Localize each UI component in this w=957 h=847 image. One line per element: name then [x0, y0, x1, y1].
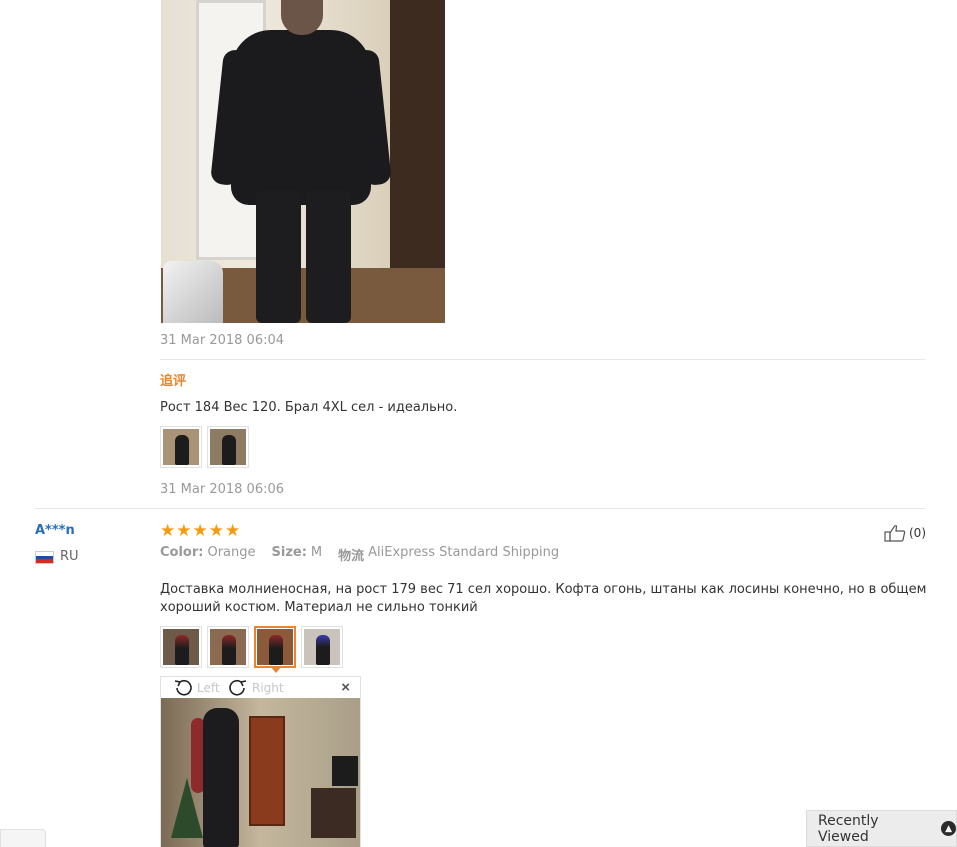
size-label: Size: [271, 545, 307, 560]
review-photo-large[interactable] [161, 0, 445, 323]
review-text: Доставка молниеносная, на рост 179 вес 7… [160, 582, 927, 615]
star-icon: ★ [225, 521, 241, 540]
thumbs-up-icon [884, 525, 906, 542]
image-viewer-photo [161, 698, 360, 847]
shipping-label: 物流 [338, 549, 365, 564]
review-thumbnail[interactable] [160, 626, 202, 668]
side-tab[interactable] [0, 829, 46, 847]
active-thumbnail-caret [270, 666, 282, 673]
divider [160, 359, 925, 360]
photo-person-body [203, 708, 239, 847]
thumbnail-figure [269, 635, 283, 665]
rotate-right-button[interactable]: Right [227, 678, 284, 698]
photo-desk [311, 788, 356, 838]
photo-tv [332, 756, 358, 786]
review-thumbnail[interactable] [160, 426, 202, 468]
thumbnail-figure [222, 635, 236, 665]
review-thumbnail[interactable] [207, 626, 249, 668]
photo-door [249, 716, 285, 826]
photo-person-leg [306, 190, 351, 323]
rotate-left-label: Left [197, 681, 220, 695]
recently-viewed-button[interactable]: Recently Viewed ▲ [806, 810, 957, 847]
color-label: Color: [160, 545, 204, 560]
star-icon: ★ [208, 521, 224, 540]
close-icon[interactable]: × [341, 679, 350, 696]
star-icon: ★ [176, 521, 192, 540]
color-value: Orange [207, 545, 256, 560]
review-thumbnail[interactable] [301, 626, 343, 668]
star-icon: ★ [160, 521, 176, 540]
photo-bag [163, 261, 223, 323]
review-thumbnail[interactable] [207, 426, 249, 468]
thumbnail-figure [222, 435, 236, 465]
russia-flag-icon [35, 551, 54, 564]
image-viewer: Left Right × [160, 676, 361, 847]
shipping-value: AliExpress Standard Shipping [368, 545, 560, 560]
rotate-right-icon [229, 679, 247, 696]
image-viewer-toolbar: Left Right × [161, 677, 360, 698]
thumbnail-figure [175, 435, 189, 465]
reviewer-name: A***n [35, 523, 75, 538]
star-icon: ★ [192, 521, 208, 540]
photo-person-torso [231, 30, 371, 205]
thumbnail-figure [316, 635, 330, 665]
photo-person-leg [256, 190, 301, 323]
divider [35, 508, 925, 509]
helpful-button[interactable]: (0) [884, 524, 926, 542]
thumbnail-figure [175, 635, 189, 665]
chevron-up-icon: ▲ [941, 821, 956, 836]
recently-viewed-label: Recently Viewed [818, 812, 879, 845]
review-thumbnail-active[interactable] [254, 626, 296, 668]
review-meta: Color: Orange Size: M 物流 AliExpress Stan… [160, 545, 571, 564]
followup-date: 31 Mar 2018 06:06 [160, 482, 285, 497]
helpful-count: (0) [909, 526, 926, 540]
reviewer-country: RU [60, 549, 79, 564]
followup-label: 追评 [160, 374, 187, 389]
rotate-right-label: Right [252, 681, 284, 695]
rotate-left-button[interactable]: Left [172, 678, 220, 698]
size-value: M [310, 545, 323, 560]
star-rating: ★ ★ ★ ★ ★ [160, 522, 240, 540]
photo-shelf [390, 0, 445, 280]
rotate-left-icon [174, 679, 192, 696]
review-date: 31 Mar 2018 06:04 [160, 333, 285, 348]
followup-text: Рост 184 Вес 120. Брал 4XL сел - идеальн… [160, 400, 458, 415]
